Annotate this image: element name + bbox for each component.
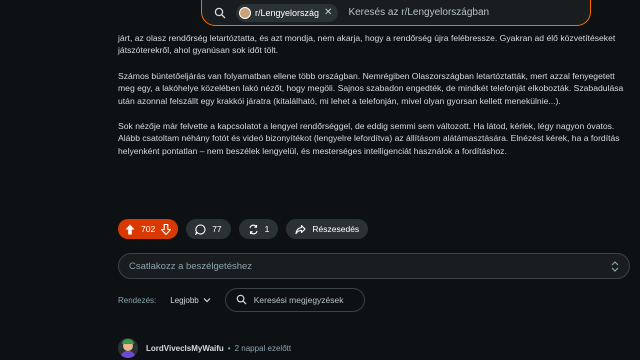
- comment: LordViveclsMyWaifu • 2 nappal ezelőtt: [118, 338, 291, 358]
- sort-value: Legjobb: [170, 295, 199, 305]
- chevron-down-icon: [203, 296, 211, 305]
- comment-author[interactable]: LordViveclsMyWaifu: [146, 344, 224, 353]
- vote-control: 702: [118, 219, 179, 239]
- comment-search-input[interactable]: Keresési megjegyzések: [224, 288, 365, 312]
- post-paragraph: Sok nézője már felvette a kapcsolatot a …: [118, 121, 620, 156]
- comment-timestamp: 2 nappal ezelőtt: [234, 343, 292, 353]
- close-icon[interactable]: ✕: [324, 7, 332, 18]
- search-bar[interactable]: r/Lengyelország ✕: [201, 0, 591, 26]
- sort-row: Rendezés: Legjobb Keresési megjegyzések: [118, 288, 365, 312]
- post-body: járt, az olasz rendőrség letartóztatta, …: [118, 32, 630, 170]
- sort-dropdown[interactable]: Legjobb: [170, 295, 211, 305]
- community-chip[interactable]: r/Lengyelország ✕: [236, 3, 339, 22]
- downvote-icon[interactable]: [161, 223, 172, 235]
- comments-button[interactable]: 77: [186, 219, 231, 239]
- crosspost-icon: [248, 224, 259, 235]
- comment-input[interactable]: Csatlakozz a beszélgetéshez: [118, 253, 630, 279]
- post-paragraph: Számos büntetőeljárás van folyamatban el…: [118, 70, 624, 106]
- avatar[interactable]: [118, 338, 138, 358]
- share-button[interactable]: Részesedés: [286, 219, 369, 239]
- separator: •: [227, 343, 231, 353]
- crosspost-count: 1: [264, 224, 270, 234]
- comment-input-placeholder: Csatlakozz a beszélgetéshez: [129, 260, 253, 272]
- comment-icon: [195, 223, 206, 235]
- community-chip-label: r/Lengyelország: [255, 7, 320, 18]
- comment-search-placeholder: Keresési megjegyzések: [253, 295, 344, 305]
- comments-count: 77: [212, 224, 222, 234]
- community-avatar-icon: [239, 6, 251, 19]
- search-icon: [212, 5, 228, 21]
- post-actions: 702 77 1 Részesedés: [118, 219, 369, 239]
- upvote-icon[interactable]: [125, 224, 135, 235]
- crosspost-button[interactable]: 1: [238, 219, 279, 239]
- resize-icon: [610, 260, 620, 276]
- vote-count: 702: [141, 224, 156, 234]
- share-label: Részesedés: [312, 224, 360, 234]
- search-icon: [236, 294, 247, 307]
- post-paragraph: járt, az olasz rendőrség letartóztatta, …: [118, 33, 616, 56]
- share-icon: [295, 224, 306, 235]
- search-input[interactable]: [346, 6, 581, 19]
- sort-label: Rendezés:: [118, 295, 157, 305]
